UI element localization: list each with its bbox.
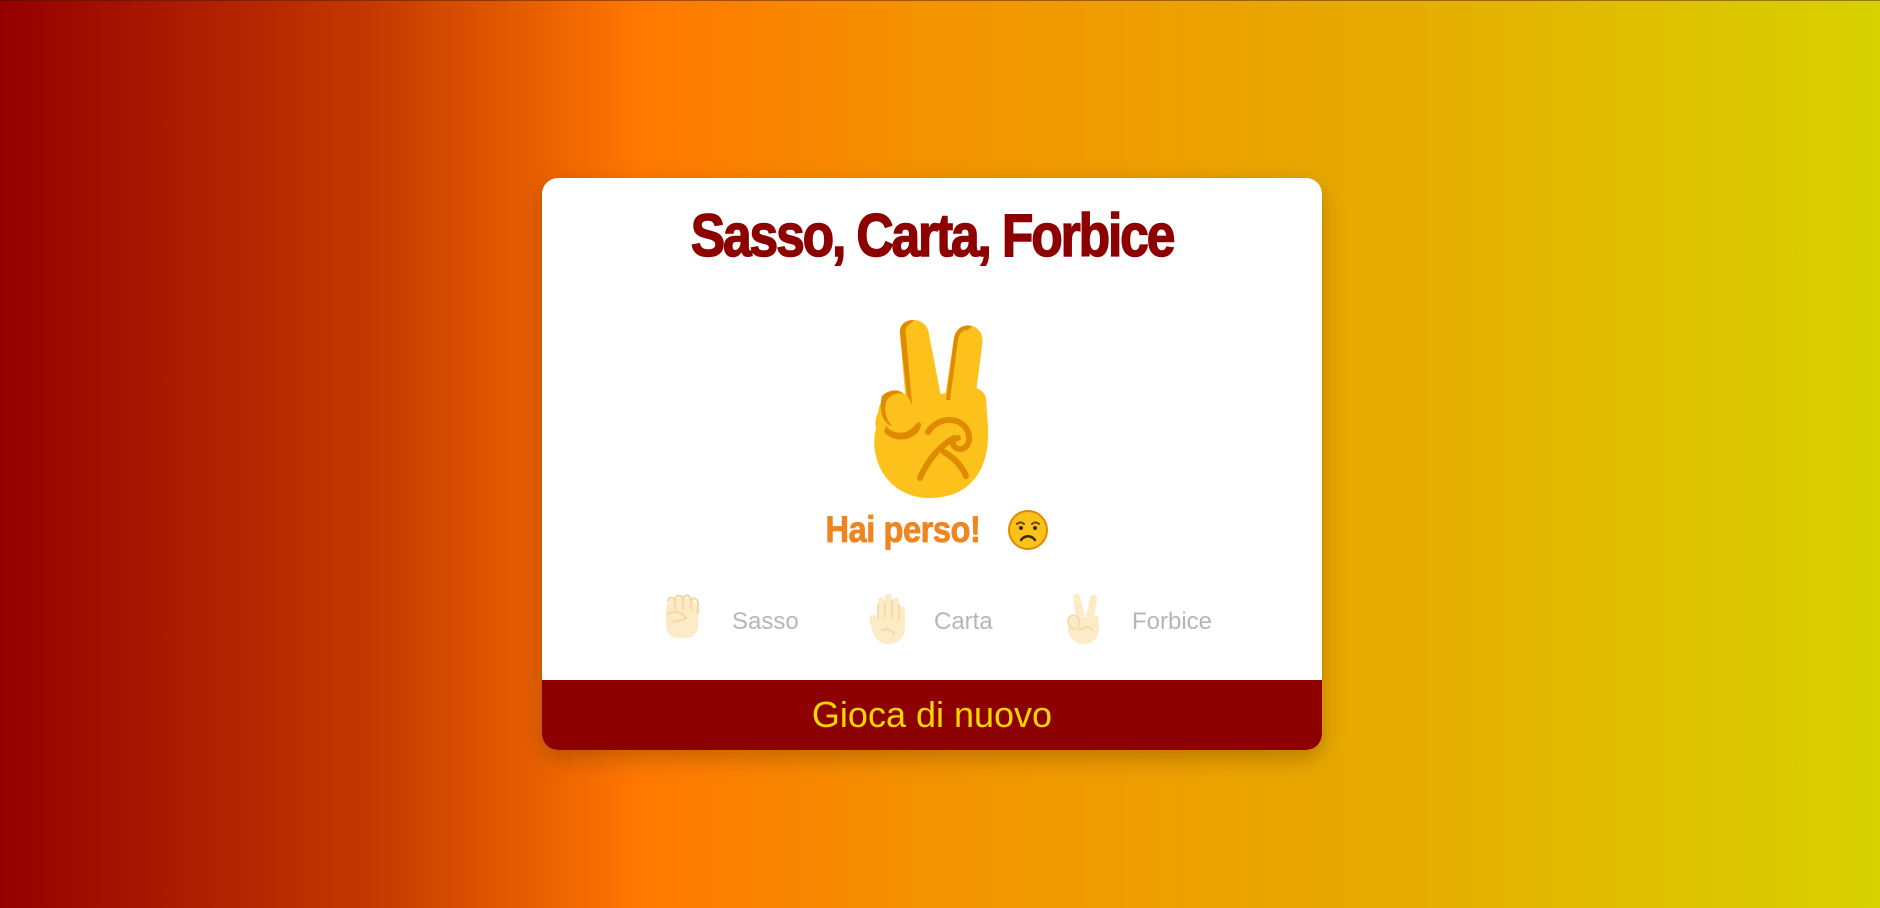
choice-sasso-label: Sasso	[732, 608, 799, 635]
choice-forbice-button[interactable]: Forbice	[1060, 590, 1230, 650]
result-text: Hai perso!	[825, 509, 981, 551]
choice-carta-label: Carta	[934, 608, 993, 635]
victory-hand-icon	[1067, 593, 1100, 644]
game-card: Sasso, Carta, Forbice Hai perso! Sasso C…	[542, 178, 1322, 750]
choice-list: Sasso Carta Forbice	[542, 590, 1322, 650]
sad-face-icon	[1008, 510, 1049, 551]
raised-fist-icon	[666, 594, 700, 638]
choice-carta-button[interactable]: Carta	[864, 590, 1014, 650]
result-message: Hai perso!	[542, 504, 1322, 554]
choice-sasso-button[interactable]: Sasso	[660, 590, 820, 650]
game-title: Sasso, Carta, Forbice	[690, 201, 1176, 270]
play-again-button[interactable]: Gioca di nuovo	[542, 680, 1322, 750]
raised-hand-icon	[869, 593, 905, 644]
top-border-line	[0, 0, 1880, 1]
computer-choice-victory-hand-icon	[874, 320, 989, 498]
choice-forbice-label: Forbice	[1132, 608, 1213, 635]
